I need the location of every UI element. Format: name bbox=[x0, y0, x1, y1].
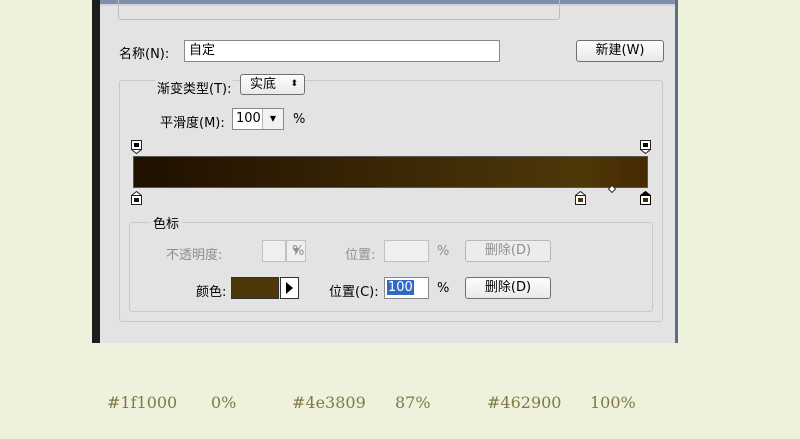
color-stop-right-icon[interactable] bbox=[640, 191, 651, 205]
gradient-type-label: 渐变类型(T): bbox=[155, 78, 234, 97]
footer-stop-2-hex: #4e3809 bbox=[292, 393, 366, 412]
color-stop-middle-icon[interactable] bbox=[575, 191, 586, 205]
footer-stop-3-hex: #462900 bbox=[487, 393, 562, 412]
footer-stop-1-pct: 0% bbox=[211, 393, 237, 412]
presets-panel-frame bbox=[118, 0, 560, 20]
color-position-label: 位置(C): bbox=[329, 285, 379, 300]
smoothness-label: 平滑度(M): bbox=[160, 116, 225, 131]
color-position-value: 100 bbox=[387, 280, 414, 295]
window-left-border bbox=[92, 0, 100, 343]
smoothness-input[interactable]: 100 ▼ bbox=[232, 108, 284, 130]
opacity-input bbox=[262, 240, 286, 262]
color-position-percent: % bbox=[437, 281, 450, 296]
color-menu-arrow-icon[interactable] bbox=[280, 277, 299, 299]
opacity-percent: % bbox=[292, 244, 305, 259]
gradient-type-select[interactable]: 实底 ⬍ bbox=[240, 74, 305, 95]
opacity-stop-left-icon[interactable] bbox=[131, 140, 142, 154]
smoothness-percent: % bbox=[293, 112, 306, 127]
color-stop-left-icon[interactable] bbox=[131, 191, 142, 205]
gradient-type-value: 实底 bbox=[250, 77, 277, 92]
footer-stop-1-hex: #1f1000 bbox=[107, 393, 178, 412]
select-arrows-icon: ⬍ bbox=[290, 79, 298, 89]
footer-stop-2-pct: 87% bbox=[395, 393, 431, 412]
name-label: 名称(N): bbox=[119, 47, 170, 62]
opacity-position-percent: % bbox=[437, 244, 450, 259]
color-position-input[interactable]: 100 bbox=[384, 277, 429, 299]
gradient-editor-dialog: 名称(N): 自定 新建(W) 渐变类型(T): 实底 ⬍ 平滑度(M): 10… bbox=[92, 0, 678, 343]
window-right-border bbox=[675, 0, 678, 343]
color-delete-button[interactable]: 删除(D) bbox=[465, 277, 551, 299]
smoothness-value: 100 bbox=[236, 111, 261, 126]
color-stops-group-label: 色标 bbox=[149, 213, 184, 232]
opacity-delete-button: 删除(D) bbox=[465, 240, 551, 262]
midpoint-diamond-icon[interactable] bbox=[608, 185, 616, 193]
opacity-stop-right-icon[interactable] bbox=[640, 140, 651, 154]
footer-stop-3-pct: 100% bbox=[590, 393, 636, 412]
color-swatch[interactable] bbox=[231, 277, 279, 299]
opacity-label: 不透明度: bbox=[166, 248, 223, 263]
color-label: 颜色: bbox=[196, 285, 227, 300]
new-button[interactable]: 新建(W) bbox=[576, 40, 664, 62]
opacity-position-input bbox=[384, 240, 429, 262]
name-input[interactable]: 自定 bbox=[184, 40, 500, 62]
dropdown-arrow-icon[interactable]: ▼ bbox=[262, 109, 283, 129]
opacity-position-label: 位置: bbox=[345, 248, 376, 263]
gradient-preview-bar[interactable] bbox=[133, 156, 648, 188]
